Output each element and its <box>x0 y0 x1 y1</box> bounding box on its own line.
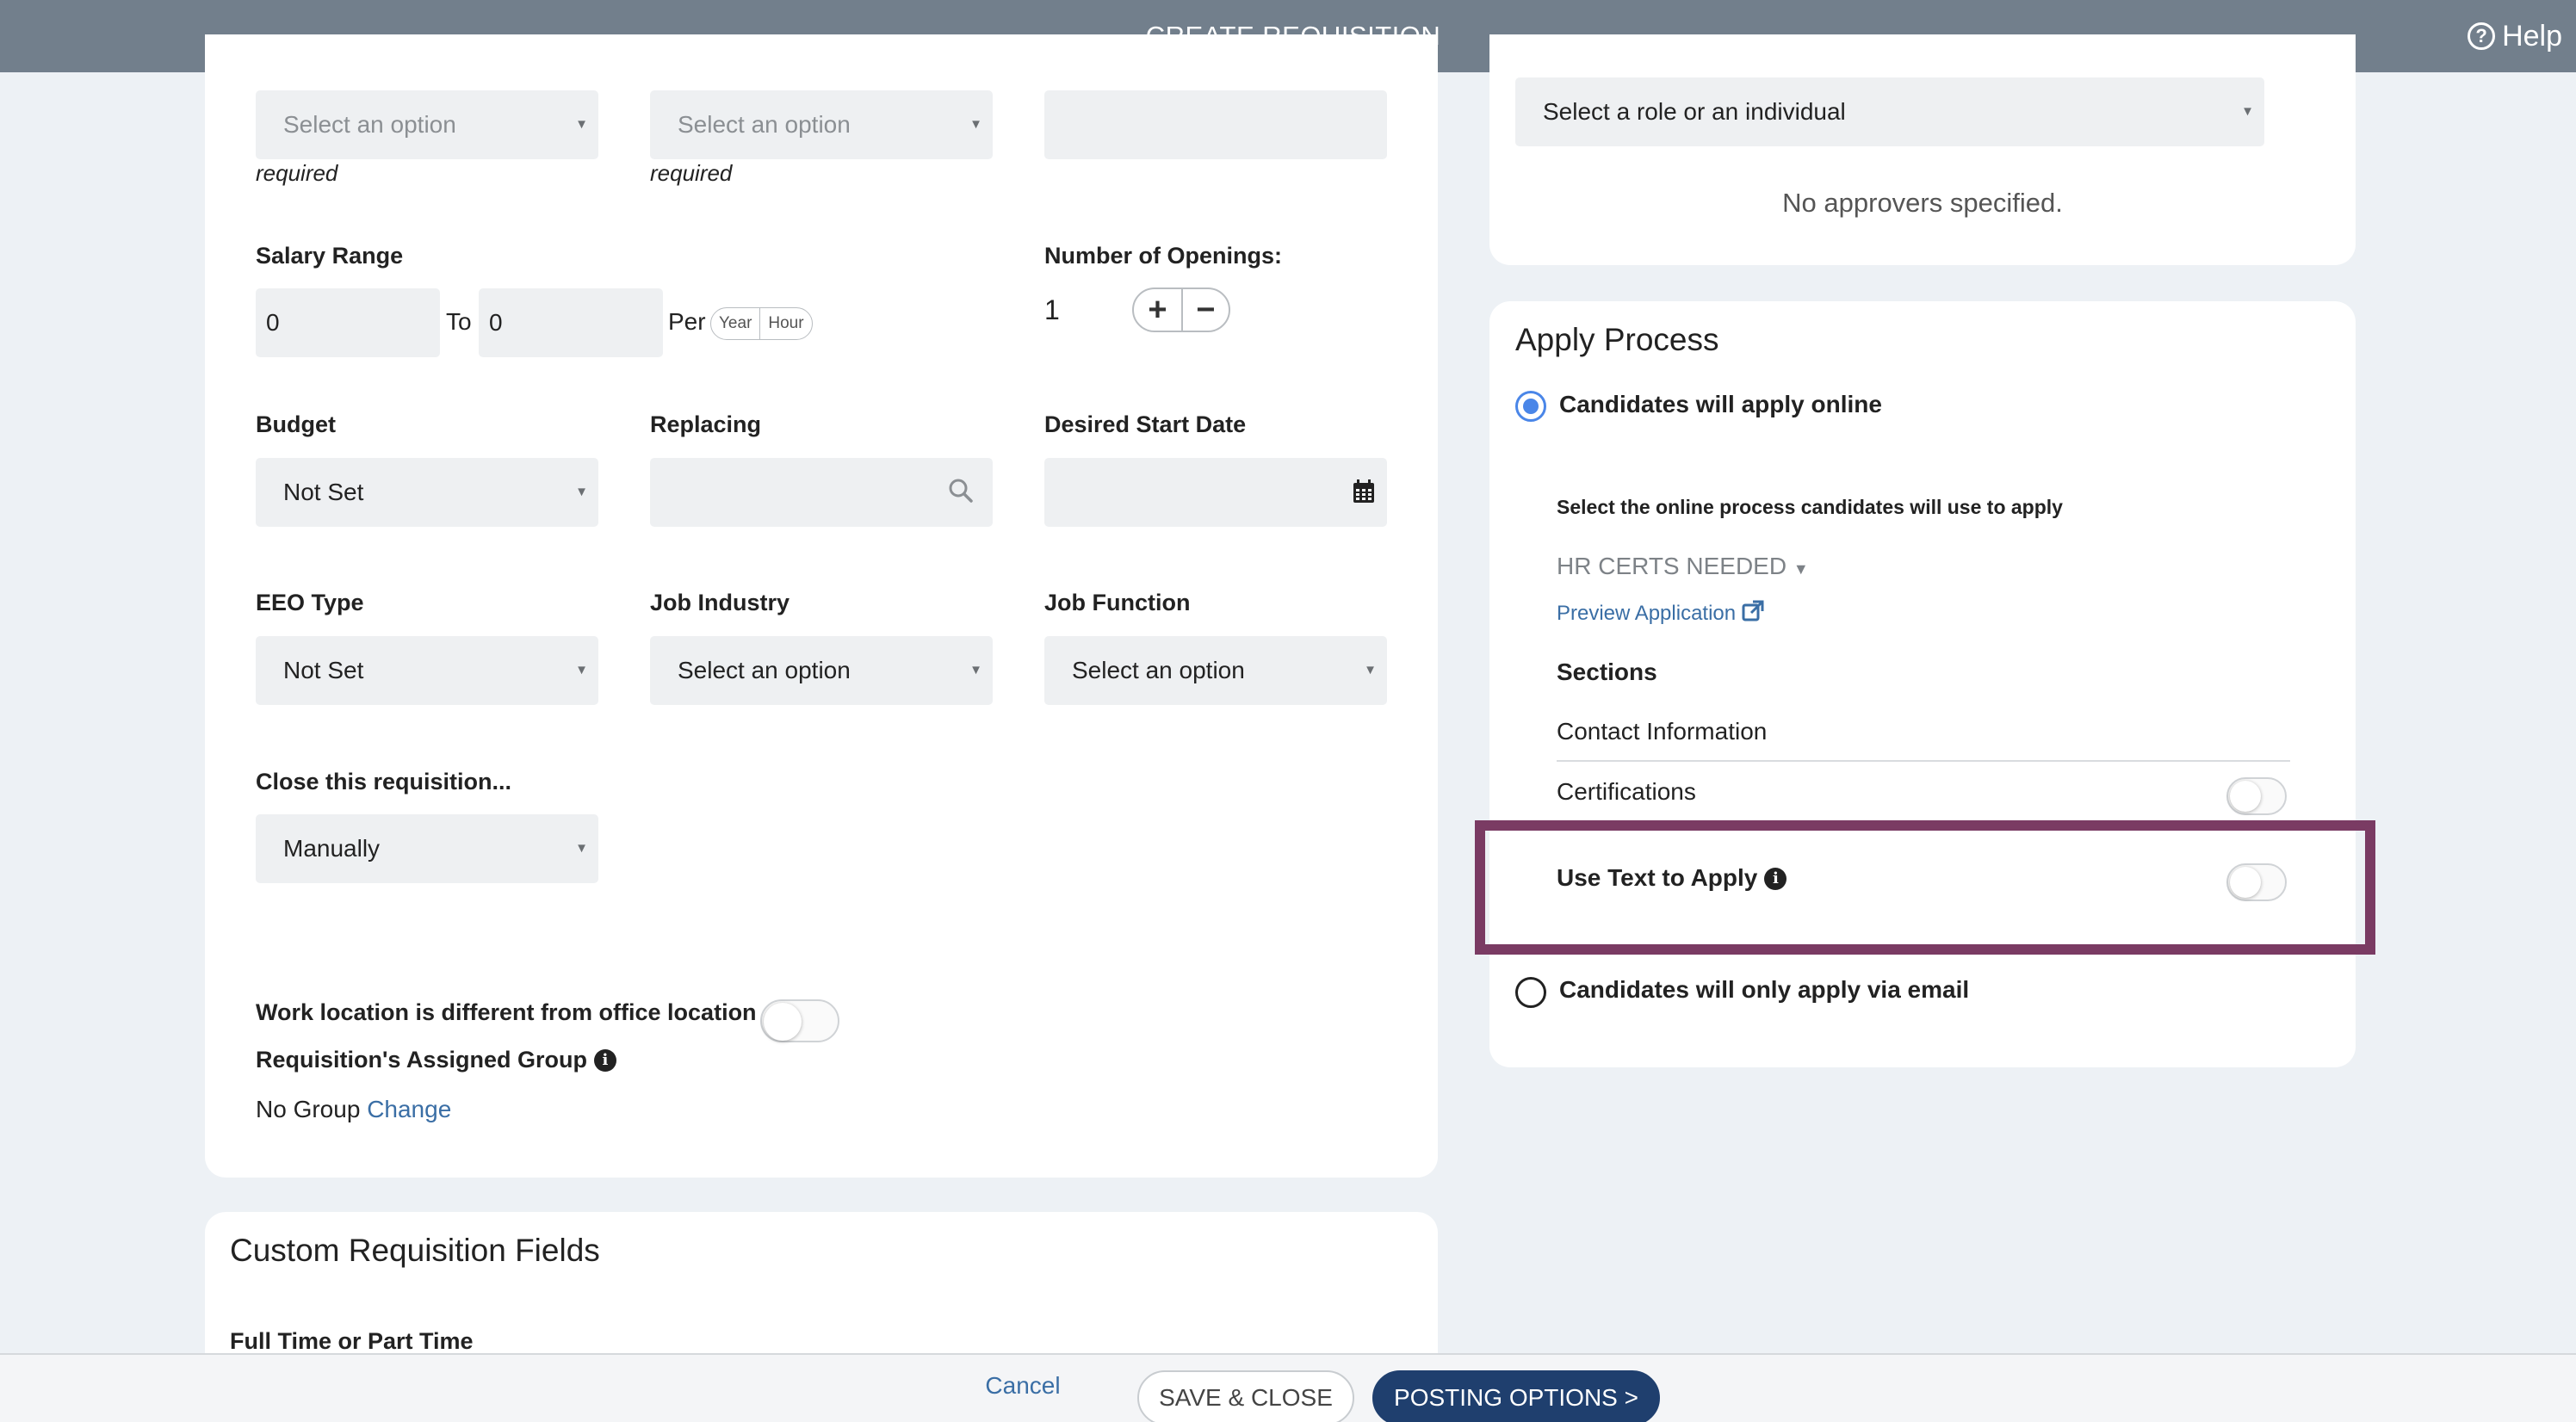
job-industry-label: Job Industry <box>650 590 790 615</box>
apply-online-label[interactable]: Candidates will apply online <box>1559 391 1882 418</box>
assigned-group-label: Requisition's Assigned Group i <box>256 1047 616 1073</box>
process-prompt: Select the online process candidates wil… <box>1557 496 2063 518</box>
period-hour-option[interactable]: Hour <box>759 308 811 339</box>
eeo-type-value: Not Set <box>283 657 364 683</box>
close-requisition-value: Manually <box>283 835 381 862</box>
replacing-label: Replacing <box>650 411 762 437</box>
openings-value: 1 <box>1044 294 1060 325</box>
job-industry-value: Select an option <box>678 657 851 683</box>
no-approvers-text: No approvers specified. <box>1782 188 2063 218</box>
budget-select[interactable]: Not Set ▼ <box>256 458 598 527</box>
salary-from-input[interactable]: 0 <box>256 288 440 357</box>
calendar-icon[interactable] <box>1353 479 1375 504</box>
apply-process-title: Apply Process <box>1515 322 1719 357</box>
process-value: HR CERTS NEEDED <box>1557 553 1787 579</box>
job-function-select[interactable]: Select an option ▼ <box>1044 636 1387 705</box>
top-select-2[interactable]: Select an option ▼ <box>650 90 993 159</box>
work-location-label: Work location is different from office l… <box>256 999 757 1025</box>
external-link-icon <box>1742 600 1764 621</box>
search-icon <box>949 479 973 503</box>
preview-application-label: Preview Application <box>1557 602 1737 625</box>
help-icon: ? <box>2468 22 2496 50</box>
apply-email-radio[interactable] <box>1515 977 1546 1008</box>
chevron-down-icon: ▼ <box>1364 663 1377 677</box>
approver-select-value: Select a role or an individual <box>1543 98 1846 125</box>
minus-icon[interactable]: − <box>1181 289 1229 331</box>
required-hint-1: required <box>256 160 338 186</box>
assigned-group-row: No Group Change <box>256 1096 451 1123</box>
change-group-link[interactable]: Change <box>367 1096 451 1122</box>
chevron-down-icon: ▼ <box>575 841 588 856</box>
chevron-down-icon: ▼ <box>2241 104 2254 119</box>
caret-down-icon: ▼ <box>1793 560 1809 578</box>
chevron-down-icon: ▼ <box>969 663 982 677</box>
top-select-1-value: Select an option <box>283 111 456 138</box>
info-icon[interactable]: i <box>1764 867 1787 890</box>
process-dropdown[interactable]: HR CERTS NEEDED ▼ <box>1557 553 1809 580</box>
text-to-apply-label: Use Text to Apply i <box>1557 864 1787 892</box>
assigned-group-label-text: Requisition's Assigned Group <box>256 1047 587 1073</box>
openings-label: Number of Openings: <box>1044 243 1282 269</box>
budget-label: Budget <box>256 411 336 437</box>
chevron-down-icon: ▼ <box>969 117 982 132</box>
salary-range-label: Salary Range <box>256 243 404 269</box>
section-certifications: Certifications <box>1557 778 1696 805</box>
apply-online-radio[interactable] <box>1515 391 1546 422</box>
eeo-type-select[interactable]: Not Set ▼ <box>256 636 598 705</box>
required-hint-2: required <box>650 160 733 186</box>
chevron-down-icon: ▼ <box>575 663 588 677</box>
salary-to-input[interactable]: 0 <box>479 288 663 357</box>
approvers-card <box>1489 34 2356 265</box>
openings-stepper[interactable]: + − <box>1132 287 1230 332</box>
help-button[interactable]: ? Help <box>2468 0 2562 72</box>
period-year-option[interactable]: Year <box>711 308 759 339</box>
info-icon[interactable]: i <box>593 1048 616 1072</box>
salary-period-toggle[interactable]: Year Hour <box>710 307 813 340</box>
section-contact-information: Contact Information <box>1557 718 1768 745</box>
text-to-apply-label-text: Use Text to Apply <box>1557 864 1758 891</box>
salary-per-label: Per <box>668 308 706 335</box>
help-label: Help <box>2502 20 2562 53</box>
top-select-2-value: Select an option <box>678 111 851 138</box>
apply-email-label[interactable]: Candidates will only apply via email <box>1559 976 1969 1004</box>
save-close-button[interactable]: SAVE & CLOSE <box>1137 1370 1354 1422</box>
top-input-3[interactable] <box>1044 90 1387 159</box>
custom-fields-title: Custom Requisition Fields <box>230 1233 600 1268</box>
preview-application-link[interactable]: Preview Application <box>1557 600 1764 626</box>
certifications-toggle[interactable] <box>2226 777 2287 815</box>
section-divider <box>1557 760 2290 762</box>
footer-bar: Cancel SAVE & CLOSE POSTING OPTIONS > <box>0 1353 2576 1422</box>
salary-to-label: To <box>446 308 472 335</box>
full-time-part-time-label: Full Time or Part Time <box>230 1328 474 1354</box>
assigned-group-value: No Group <box>256 1096 361 1122</box>
chevron-down-icon: ▼ <box>575 117 588 132</box>
cancel-button[interactable]: Cancel <box>969 1360 1076 1415</box>
top-select-1[interactable]: Select an option ▼ <box>256 90 598 159</box>
posting-options-button[interactable]: POSTING OPTIONS > <box>1372 1370 1660 1422</box>
approver-select[interactable]: Select a role or an individual ▼ <box>1515 77 2264 146</box>
replacing-input[interactable] <box>650 458 993 527</box>
chevron-down-icon: ▼ <box>575 485 588 499</box>
close-requisition-label: Close this requisition... <box>256 769 512 794</box>
budget-value: Not Set <box>283 479 364 505</box>
job-function-label: Job Function <box>1044 590 1191 615</box>
text-to-apply-toggle[interactable] <box>2226 863 2287 901</box>
job-function-value: Select an option <box>1072 657 1245 683</box>
start-date-input[interactable] <box>1044 458 1387 527</box>
work-location-toggle[interactable] <box>760 999 839 1042</box>
eeo-type-label: EEO Type <box>256 590 364 615</box>
sections-label: Sections <box>1557 658 1657 685</box>
job-industry-select[interactable]: Select an option ▼ <box>650 636 993 705</box>
close-requisition-select[interactable]: Manually ▼ <box>256 814 598 883</box>
start-date-label: Desired Start Date <box>1044 411 1247 437</box>
plus-icon[interactable]: + <box>1134 289 1181 331</box>
